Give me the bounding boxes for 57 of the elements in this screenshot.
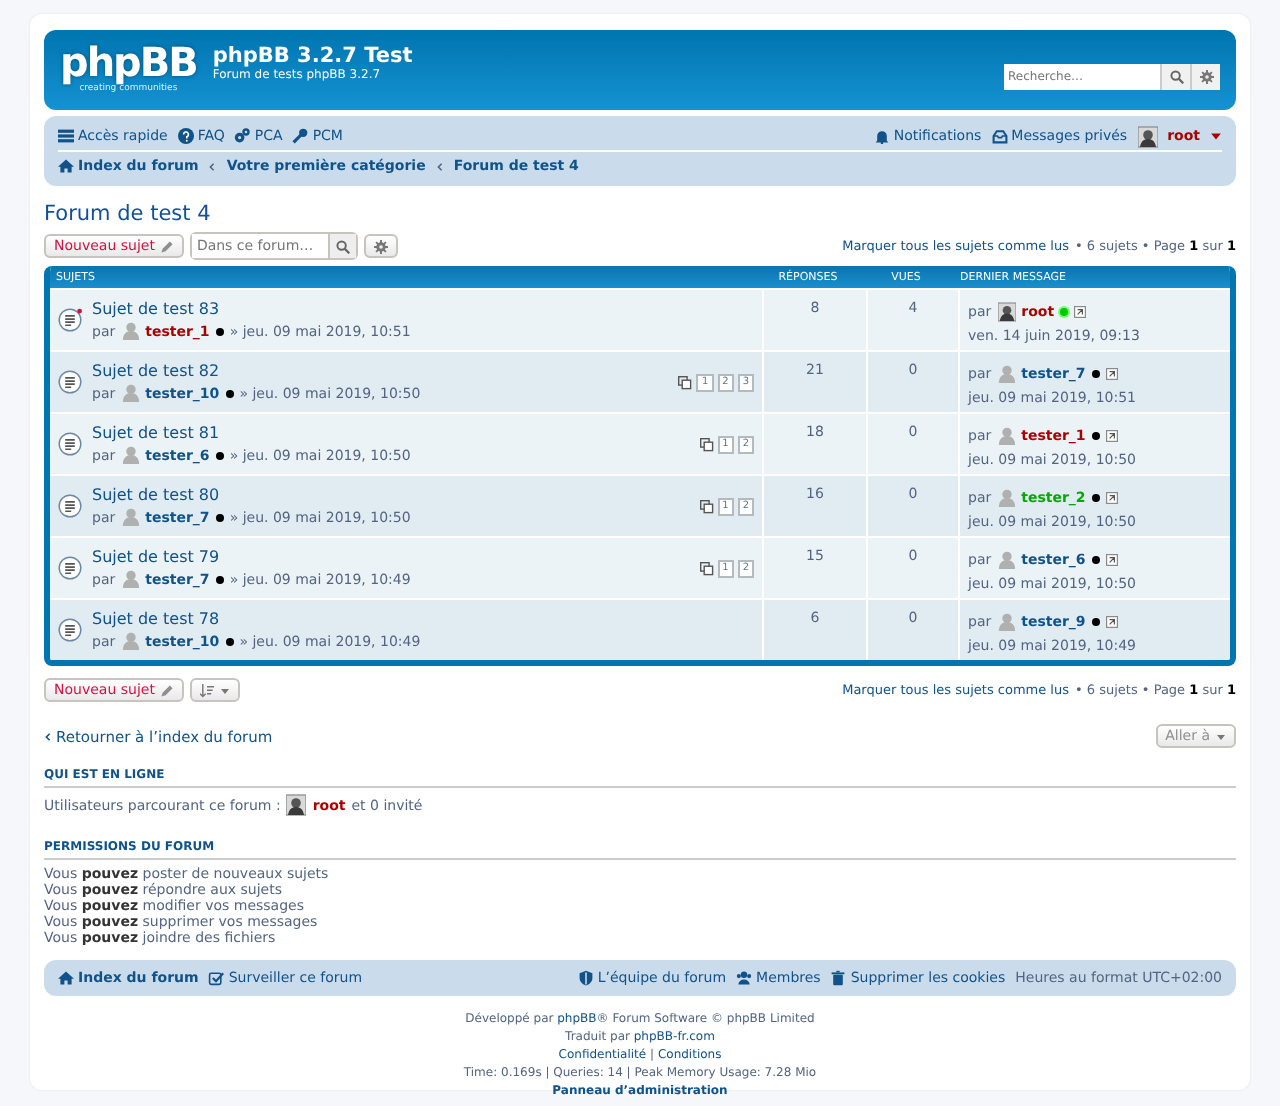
pages-icon xyxy=(678,375,693,389)
go-to-post-icon[interactable] xyxy=(1105,615,1118,627)
wrench-icon xyxy=(292,128,309,144)
help-icon xyxy=(177,128,194,144)
caret-icon xyxy=(1216,731,1226,741)
settings-icon xyxy=(374,239,389,253)
pencil-icon xyxy=(160,683,175,697)
caret-icon xyxy=(220,685,231,695)
bell-icon xyxy=(873,128,890,144)
topic-title-link[interactable]: Sujet de test 78 xyxy=(92,610,220,628)
topic-title-link[interactable]: Sujet de test 83 xyxy=(92,300,220,318)
topic-title-link[interactable]: Sujet de test 82 xyxy=(92,362,220,380)
chevron-icon xyxy=(44,731,52,741)
chevron-icon xyxy=(435,161,444,171)
go-to-post-icon[interactable] xyxy=(1074,305,1087,317)
sort-options-button[interactable] xyxy=(190,678,241,702)
search-button[interactable] xyxy=(1160,64,1190,90)
shield-icon xyxy=(577,970,594,986)
inbox-icon xyxy=(991,128,1008,144)
topic-title-link[interactable]: Sujet de test 80 xyxy=(92,486,220,504)
user-avatar-icon xyxy=(286,794,307,816)
default-avatar-icon xyxy=(121,384,140,402)
advanced-search-button[interactable] xyxy=(1190,64,1220,90)
checkbox-icon xyxy=(208,970,225,986)
topic-title-link[interactable]: Sujet de test 81 xyxy=(92,424,220,442)
trash-icon xyxy=(830,970,847,986)
settings-icon xyxy=(1199,70,1213,84)
search-icon xyxy=(336,239,351,253)
user-avatar-icon xyxy=(1137,125,1158,147)
pages-icon xyxy=(699,437,714,451)
advanced-search-button[interactable] xyxy=(364,234,399,258)
sort-icon xyxy=(200,683,215,697)
search-icon xyxy=(1169,70,1183,84)
default-avatar-icon xyxy=(121,322,140,340)
topic-title-link[interactable]: Sujet de test 79 xyxy=(92,548,220,566)
gears-icon xyxy=(234,128,251,144)
site-title: phpBB 3.2.7 Test xyxy=(212,43,415,67)
default-avatar-icon xyxy=(121,446,140,464)
home-icon xyxy=(58,158,74,174)
go-to-post-icon[interactable] xyxy=(1105,553,1118,565)
forum-title[interactable]: Forum de test 4 xyxy=(44,202,1236,226)
go-to-post-icon[interactable] xyxy=(1105,367,1118,379)
pencil-icon xyxy=(160,239,175,253)
users-icon xyxy=(736,970,753,986)
chevron-icon xyxy=(208,161,217,171)
go-to-post-icon[interactable] xyxy=(1105,429,1118,441)
home-icon xyxy=(58,970,74,986)
go-to-post-icon[interactable] xyxy=(1105,491,1118,503)
search-button[interactable] xyxy=(328,234,357,258)
pages-icon xyxy=(699,561,714,575)
logo-wordmark[interactable]: phpBB xyxy=(60,44,197,83)
pages-icon xyxy=(699,499,714,513)
caret-icon[interactable] xyxy=(1210,130,1222,142)
default-avatar-icon xyxy=(121,570,140,588)
default-avatar-icon xyxy=(121,508,140,526)
menu-icon xyxy=(58,128,74,144)
default-avatar-icon xyxy=(121,632,140,650)
